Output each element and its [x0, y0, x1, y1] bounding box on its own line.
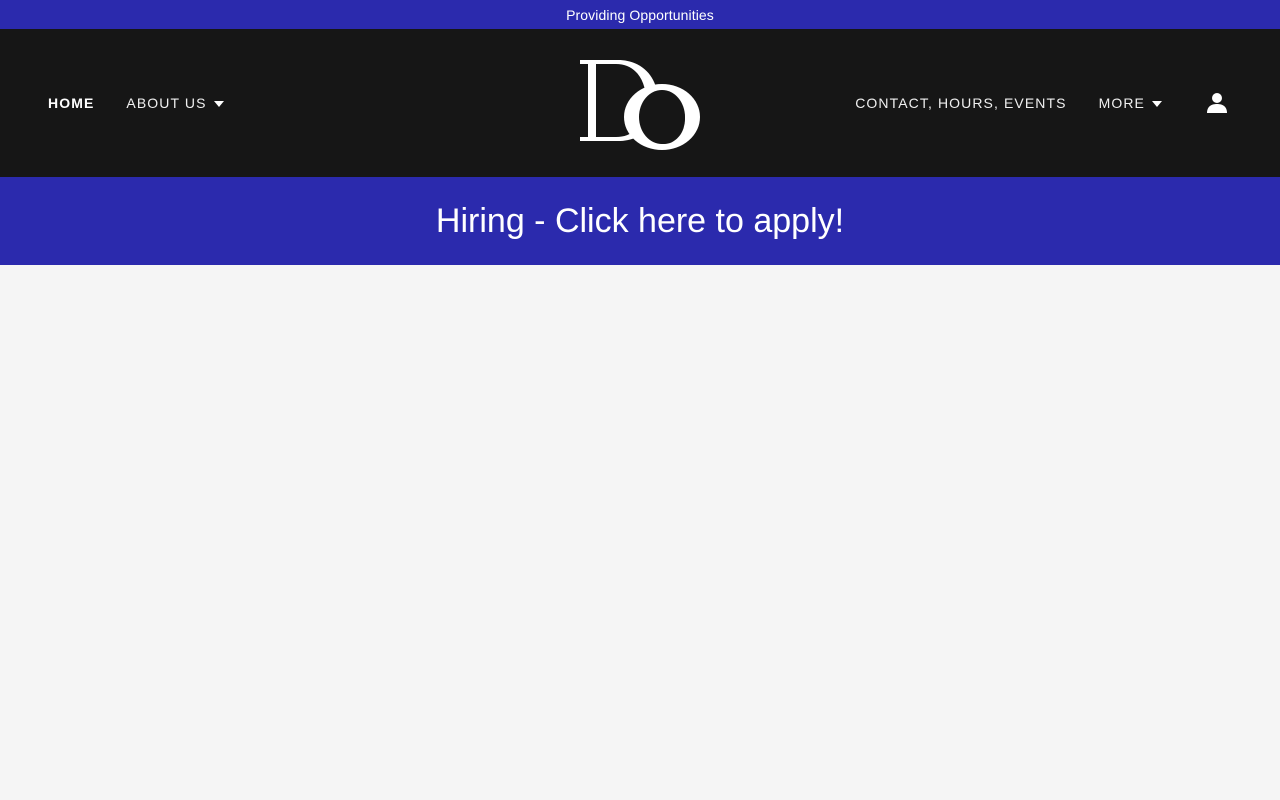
chevron-down-icon — [213, 100, 224, 107]
nav-contact-hours-events-link[interactable]: CONTACT, HOURS, EVENTS — [855, 95, 1066, 111]
hiring-banner-text: Hiring - Click here to apply! — [435, 201, 845, 240]
chevron-down-icon — [1152, 100, 1162, 107]
announcement-text: Providing Opportunities — [566, 6, 714, 23]
primary-nav-right: CONTACT, HOURS, EVENTS MORE — [855, 29, 1228, 177]
hiring-banner-link[interactable]: Hiring - Click here to apply! — [0, 177, 1280, 265]
site-logo[interactable] — [578, 57, 702, 151]
site-header: HOME ABOUT US CONTACT, HOURS, EVENTS MOR… — [0, 29, 1280, 177]
user-icon[interactable] — [1206, 92, 1228, 114]
nav-home-link[interactable]: HOME — [48, 95, 94, 111]
nav-about-us-label: ABOUT US — [126, 95, 207, 111]
nav-contact-label: CONTACT, HOURS, EVENTS — [855, 95, 1067, 111]
nav-about-us-dropdown[interactable]: ABOUT US — [126, 95, 224, 111]
nav-more-dropdown[interactable]: MORE — [1099, 95, 1162, 111]
primary-nav-left: HOME ABOUT US — [48, 29, 224, 177]
main-content-area — [0, 265, 1280, 800]
do-monogram-logo — [580, 60, 700, 150]
nav-more-label: MORE — [1098, 95, 1145, 111]
nav-home-label: HOME — [48, 95, 95, 111]
announcement-bar: Providing Opportunities — [0, 0, 1280, 29]
